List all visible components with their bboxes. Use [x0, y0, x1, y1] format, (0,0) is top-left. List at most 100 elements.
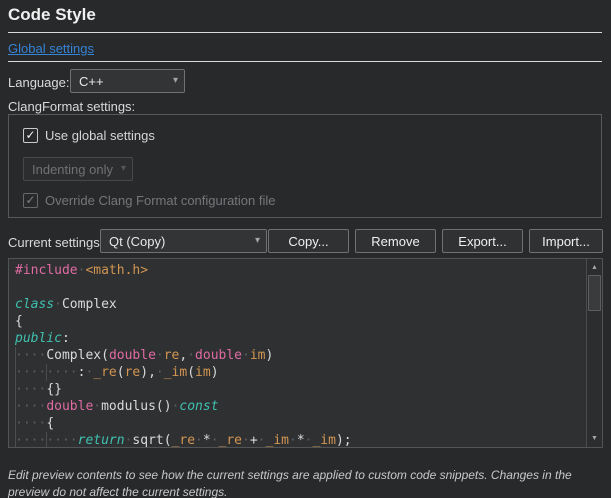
code-token: re — [125, 365, 141, 380]
code-line: { — [15, 313, 586, 330]
code-token: const — [179, 399, 218, 414]
code-token: * — [297, 433, 305, 447]
current-settings-dropdown-value: Qt (Copy) — [109, 234, 165, 249]
code-token: ···· — [15, 416, 46, 431]
code-token: ···· — [15, 365, 46, 380]
code-token: · — [258, 433, 266, 447]
code-token: _re — [219, 433, 242, 447]
code-token: ···· — [15, 348, 46, 363]
code-token: · — [242, 348, 250, 363]
export-button[interactable]: Export... — [442, 229, 523, 253]
code-token: class — [15, 297, 54, 312]
clangformat-groupbox: ✓ Use global settings Indenting only ▾ ✓… — [8, 114, 602, 218]
scroll-up-button[interactable]: ▲ — [587, 260, 602, 275]
code-line: ····double·modulus()·const — [15, 398, 586, 415]
code-token: #include — [15, 263, 78, 278]
scroll-down-button[interactable]: ▼ — [587, 431, 602, 446]
code-token: sqrt( — [132, 433, 171, 447]
code-line: public: — [15, 330, 586, 347]
import-button[interactable]: Import... — [529, 229, 603, 253]
language-dropdown[interactable]: C++ ▾ — [70, 69, 185, 93]
footer-note: Edit preview contents to see how the cur… — [8, 467, 606, 498]
title-separator — [8, 32, 602, 33]
code-area: #include·<math.h>class·Complex{public:··… — [9, 259, 586, 447]
code-token: double — [46, 399, 93, 414]
code-token: { — [15, 314, 23, 329]
code-token: · — [242, 433, 250, 447]
code-token: ···· — [15, 433, 46, 447]
code-line: ····{ — [15, 415, 586, 432]
code-token: · — [187, 348, 195, 363]
code-token: im — [250, 348, 266, 363]
link-separator — [8, 61, 602, 62]
current-settings-dropdown[interactable]: Qt (Copy) ▾ — [100, 229, 267, 253]
page-title: Code Style — [8, 5, 96, 25]
chevron-down-icon: ▾ — [173, 76, 178, 86]
language-dropdown-value: C++ — [79, 74, 104, 89]
code-token: <math.h> — [85, 263, 148, 278]
triangle-up-icon: ▲ — [591, 264, 598, 271]
code-token: public — [15, 331, 62, 346]
chevron-down-icon: ▾ — [121, 164, 126, 174]
code-token: · — [156, 348, 164, 363]
code-line: ····{} — [15, 381, 586, 398]
code-line: class·Complex — [15, 296, 586, 313]
code-token: _re — [172, 433, 195, 447]
code-token: · — [195, 433, 203, 447]
code-line: ········return·sqrt(_re·*·_re·+·_im·*·_i… — [15, 432, 586, 447]
language-label: Language: — [8, 75, 69, 90]
code-token: ···· — [46, 365, 77, 380]
code-token: ···· — [46, 433, 77, 447]
code-token: modulus() — [101, 399, 171, 414]
code-token: double — [195, 348, 242, 363]
checkbox-box: ✓ — [23, 193, 38, 208]
code-line: ········:·_re(re),·_im(im) — [15, 364, 586, 381]
code-token: ), — [140, 365, 156, 380]
code-token: im — [195, 365, 211, 380]
current-settings-label: Current settings: — [8, 235, 103, 250]
checkbox-label: Use global settings — [45, 128, 155, 143]
chevron-down-icon: ▾ — [255, 236, 260, 246]
code-token: _im — [312, 433, 335, 447]
remove-button[interactable]: Remove — [355, 229, 436, 253]
scrollbar-thumb[interactable] — [588, 275, 601, 311]
code-token: ···· — [15, 382, 46, 397]
checkmark-icon: ✓ — [25, 194, 35, 206]
code-token: _im — [266, 433, 289, 447]
code-line: ····Complex(double·re,·double·im) — [15, 347, 586, 364]
code-line: #include·<math.h> — [15, 262, 586, 279]
checkbox-label: Override Clang Format configuration file — [45, 193, 276, 208]
checkmark-icon: ✓ — [25, 129, 35, 141]
code-token: _re — [93, 365, 116, 380]
code-preview-editor[interactable]: #include·<math.h>class·Complex{public:··… — [8, 258, 603, 448]
triangle-down-icon: ▼ — [591, 435, 598, 442]
code-token: Complex — [62, 297, 117, 312]
indenting-mode-dropdown: Indenting only ▾ — [23, 157, 133, 181]
checkbox-box: ✓ — [23, 128, 38, 143]
code-token: ); — [336, 433, 352, 447]
code-token: ( — [187, 365, 195, 380]
clangformat-settings-label: ClangFormat settings: — [8, 99, 135, 114]
use-global-settings-checkbox[interactable]: ✓ Use global settings — [23, 128, 155, 143]
code-token: : — [62, 331, 70, 346]
code-token: double — [109, 348, 156, 363]
code-token: ···· — [15, 399, 46, 414]
code-token: re — [164, 348, 180, 363]
editor-vertical-scrollbar[interactable]: ▲ ▼ — [586, 259, 602, 447]
code-token: ( — [117, 365, 125, 380]
code-token: · — [156, 365, 164, 380]
code-token: { — [46, 416, 54, 431]
code-token: + — [250, 433, 258, 447]
code-token: _im — [164, 365, 187, 380]
copy-button[interactable]: Copy... — [268, 229, 349, 253]
code-token: · — [93, 399, 101, 414]
code-token: ) — [266, 348, 274, 363]
code-token: {} — [46, 382, 62, 397]
global-settings-link[interactable]: Global settings — [8, 41, 94, 56]
code-token: ) — [211, 365, 219, 380]
code-token: return — [78, 433, 125, 447]
code-token: · — [54, 297, 62, 312]
code-token: · — [289, 433, 297, 447]
code-token: * — [203, 433, 211, 447]
code-style-settings-page: Code Style Global settings Language: C++… — [0, 0, 611, 498]
